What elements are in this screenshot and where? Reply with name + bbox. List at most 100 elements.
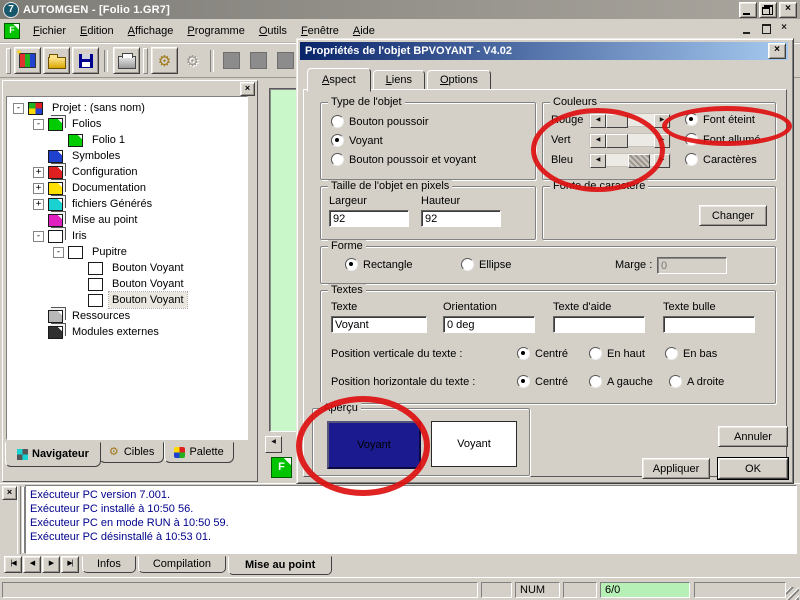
prev-tab-button[interactable]: ◀ bbox=[23, 556, 41, 573]
tab-infos[interactable]: Infos bbox=[82, 556, 136, 573]
radio-bouton-poussoir[interactable] bbox=[331, 115, 344, 128]
tab-compilation[interactable]: Compilation bbox=[138, 556, 226, 573]
tree-expander[interactable]: + bbox=[33, 199, 44, 210]
tab-palette[interactable]: Palette bbox=[164, 442, 233, 463]
appliquer-button[interactable]: Appliquer bbox=[642, 458, 710, 479]
tree-item-pupitre[interactable]: Pupitre bbox=[89, 244, 130, 260]
message-panel-close-button[interactable]: × bbox=[2, 486, 17, 500]
radio-en-haut-label: En haut bbox=[607, 348, 645, 360]
log-output[interactable]: Exécuteur PC version 7.001. Exécuteur PC… bbox=[25, 485, 797, 554]
save-button[interactable] bbox=[72, 47, 99, 74]
tree-expander[interactable]: - bbox=[33, 231, 44, 242]
tree-item-ressources[interactable]: Ressources bbox=[69, 308, 133, 324]
child-minimize-button[interactable] bbox=[740, 22, 756, 36]
tree-item-folios[interactable]: Folios bbox=[69, 116, 104, 132]
radio-bouton-poussoir-et-voyant[interactable] bbox=[331, 153, 344, 166]
tree-expander[interactable]: + bbox=[33, 183, 44, 194]
texte-input[interactable] bbox=[331, 316, 427, 333]
tree-expander[interactable]: - bbox=[13, 103, 24, 114]
scroll-left-icon[interactable]: ◀ bbox=[265, 436, 282, 453]
preview-voyant-allume[interactable]: Voyant bbox=[431, 421, 517, 467]
radio-ellipse[interactable] bbox=[461, 258, 474, 271]
tree-expander[interactable]: - bbox=[53, 247, 64, 258]
radio-en-haut[interactable] bbox=[589, 347, 602, 360]
tree-expander[interactable]: + bbox=[33, 167, 44, 178]
restore-button[interactable] bbox=[759, 2, 777, 18]
annuler-button[interactable]: Annuler bbox=[718, 426, 788, 447]
menu-item-aide[interactable]: Aide bbox=[346, 23, 382, 39]
largeur-input[interactable] bbox=[329, 210, 409, 227]
annotation-ellipse-color-sliders bbox=[531, 108, 665, 192]
bouton-voyant-icon bbox=[88, 262, 103, 275]
message-panel-grip[interactable] bbox=[17, 486, 21, 554]
compile-button[interactable]: ⚙ bbox=[151, 47, 178, 74]
annotation-ellipse-preview bbox=[296, 396, 430, 496]
menu-item-programme[interactable]: Programme bbox=[180, 23, 251, 39]
changer-button[interactable]: Changer bbox=[699, 205, 767, 226]
tab-aspect[interactable]: Aspect bbox=[307, 68, 371, 92]
tree-item-iris[interactable]: Iris bbox=[69, 228, 90, 244]
navigator-panel: × -Projet : (sans nom) -Folios Folio 1 S… bbox=[2, 80, 258, 482]
toolbar-grip[interactable] bbox=[6, 48, 11, 74]
ok-button[interactable]: OK bbox=[718, 458, 788, 479]
first-tab-button[interactable]: |◀ bbox=[4, 556, 22, 573]
radio-v-centre[interactable] bbox=[517, 347, 530, 360]
tree-expander[interactable]: - bbox=[33, 119, 44, 130]
tree-item-bouton-voyant-3-selected[interactable]: Bouton Voyant bbox=[109, 292, 187, 308]
close-button[interactable]: × bbox=[779, 2, 797, 18]
tree-item-bouton-voyant-2[interactable]: Bouton Voyant bbox=[109, 276, 187, 292]
tab-options[interactable]: Options bbox=[427, 70, 491, 90]
toolbar-grip-2[interactable] bbox=[143, 48, 148, 74]
tree-item-fichiers-generes[interactable]: fichiers Générés bbox=[69, 196, 155, 212]
radio-a-droite[interactable] bbox=[669, 375, 682, 388]
last-tab-button[interactable]: ▶| bbox=[61, 556, 79, 573]
title-bar[interactable]: 7 AUTOMGEN - [Folio 1.GR7] × bbox=[0, 0, 800, 19]
radio-en-bas[interactable] bbox=[665, 347, 678, 360]
tab-mise-au-point[interactable]: Mise au point bbox=[228, 556, 332, 575]
menu-item-fenetre[interactable]: Fenêtre bbox=[294, 23, 346, 39]
new-document-button[interactable] bbox=[14, 47, 41, 74]
tab-liens[interactable]: Liens bbox=[373, 70, 425, 90]
texte-aide-input[interactable] bbox=[553, 316, 645, 333]
hauteur-input[interactable] bbox=[421, 210, 501, 227]
radio-voyant[interactable] bbox=[331, 134, 344, 147]
folio-document-icon[interactable]: F bbox=[4, 23, 20, 39]
menu-item-edition[interactable]: Edition bbox=[73, 23, 121, 39]
tree-item-mise-au-point[interactable]: Mise au point bbox=[69, 212, 140, 228]
scroll-track[interactable] bbox=[282, 436, 293, 451]
menu-item-fichier[interactable]: Fichier bbox=[26, 23, 73, 39]
print-button[interactable] bbox=[113, 47, 140, 74]
tree-item-symboles[interactable]: Symboles bbox=[69, 148, 123, 164]
folio-hscrollbar[interactable]: ◀ bbox=[265, 436, 293, 451]
child-restore-button[interactable] bbox=[758, 22, 774, 36]
folio-f-icon[interactable]: F bbox=[271, 457, 292, 478]
orientation-input[interactable] bbox=[443, 316, 535, 333]
texte-bulle-input[interactable] bbox=[663, 316, 755, 333]
dialog-close-button[interactable]: × bbox=[768, 43, 786, 59]
tree-item-projet[interactable]: Projet : (sans nom) bbox=[49, 100, 148, 116]
radio-caracteres[interactable] bbox=[685, 153, 698, 166]
tree-item-folio-1[interactable]: Folio 1 bbox=[89, 132, 128, 148]
tab-cibles[interactable]: ⚙Cibles bbox=[99, 442, 165, 463]
minimize-button[interactable] bbox=[739, 2, 757, 18]
child-close-button[interactable]: × bbox=[776, 22, 792, 36]
radio-a-gauche[interactable] bbox=[589, 375, 602, 388]
dialog-title: Propriétés de l'objet BPVOYANT - V4.02 bbox=[305, 45, 768, 57]
tree-item-configuration[interactable]: Configuration bbox=[69, 164, 140, 180]
open-button[interactable] bbox=[43, 47, 70, 74]
tree-item-modules-externes[interactable]: Modules externes bbox=[69, 324, 162, 340]
panel-close-button[interactable]: × bbox=[240, 82, 255, 96]
gray-square-icon bbox=[250, 52, 267, 69]
tab-navigateur[interactable]: Navigateur bbox=[5, 442, 101, 467]
tab-navigateur-label: Navigateur bbox=[32, 448, 89, 460]
tree-item-bouton-voyant-1[interactable]: Bouton Voyant bbox=[109, 260, 187, 276]
tree-item-documentation[interactable]: Documentation bbox=[69, 180, 149, 196]
dialog-title-bar[interactable]: Propriétés de l'objet BPVOYANT - V4.02 × bbox=[300, 42, 788, 60]
menu-item-affichage[interactable]: Affichage bbox=[121, 23, 181, 39]
gray-square-icon bbox=[223, 52, 240, 69]
resize-grip[interactable] bbox=[786, 587, 799, 600]
menu-item-outils[interactable]: Outils bbox=[252, 23, 294, 39]
next-tab-button[interactable]: ▶ bbox=[42, 556, 60, 573]
radio-rectangle[interactable] bbox=[345, 258, 358, 271]
radio-h-centre[interactable] bbox=[517, 375, 530, 388]
